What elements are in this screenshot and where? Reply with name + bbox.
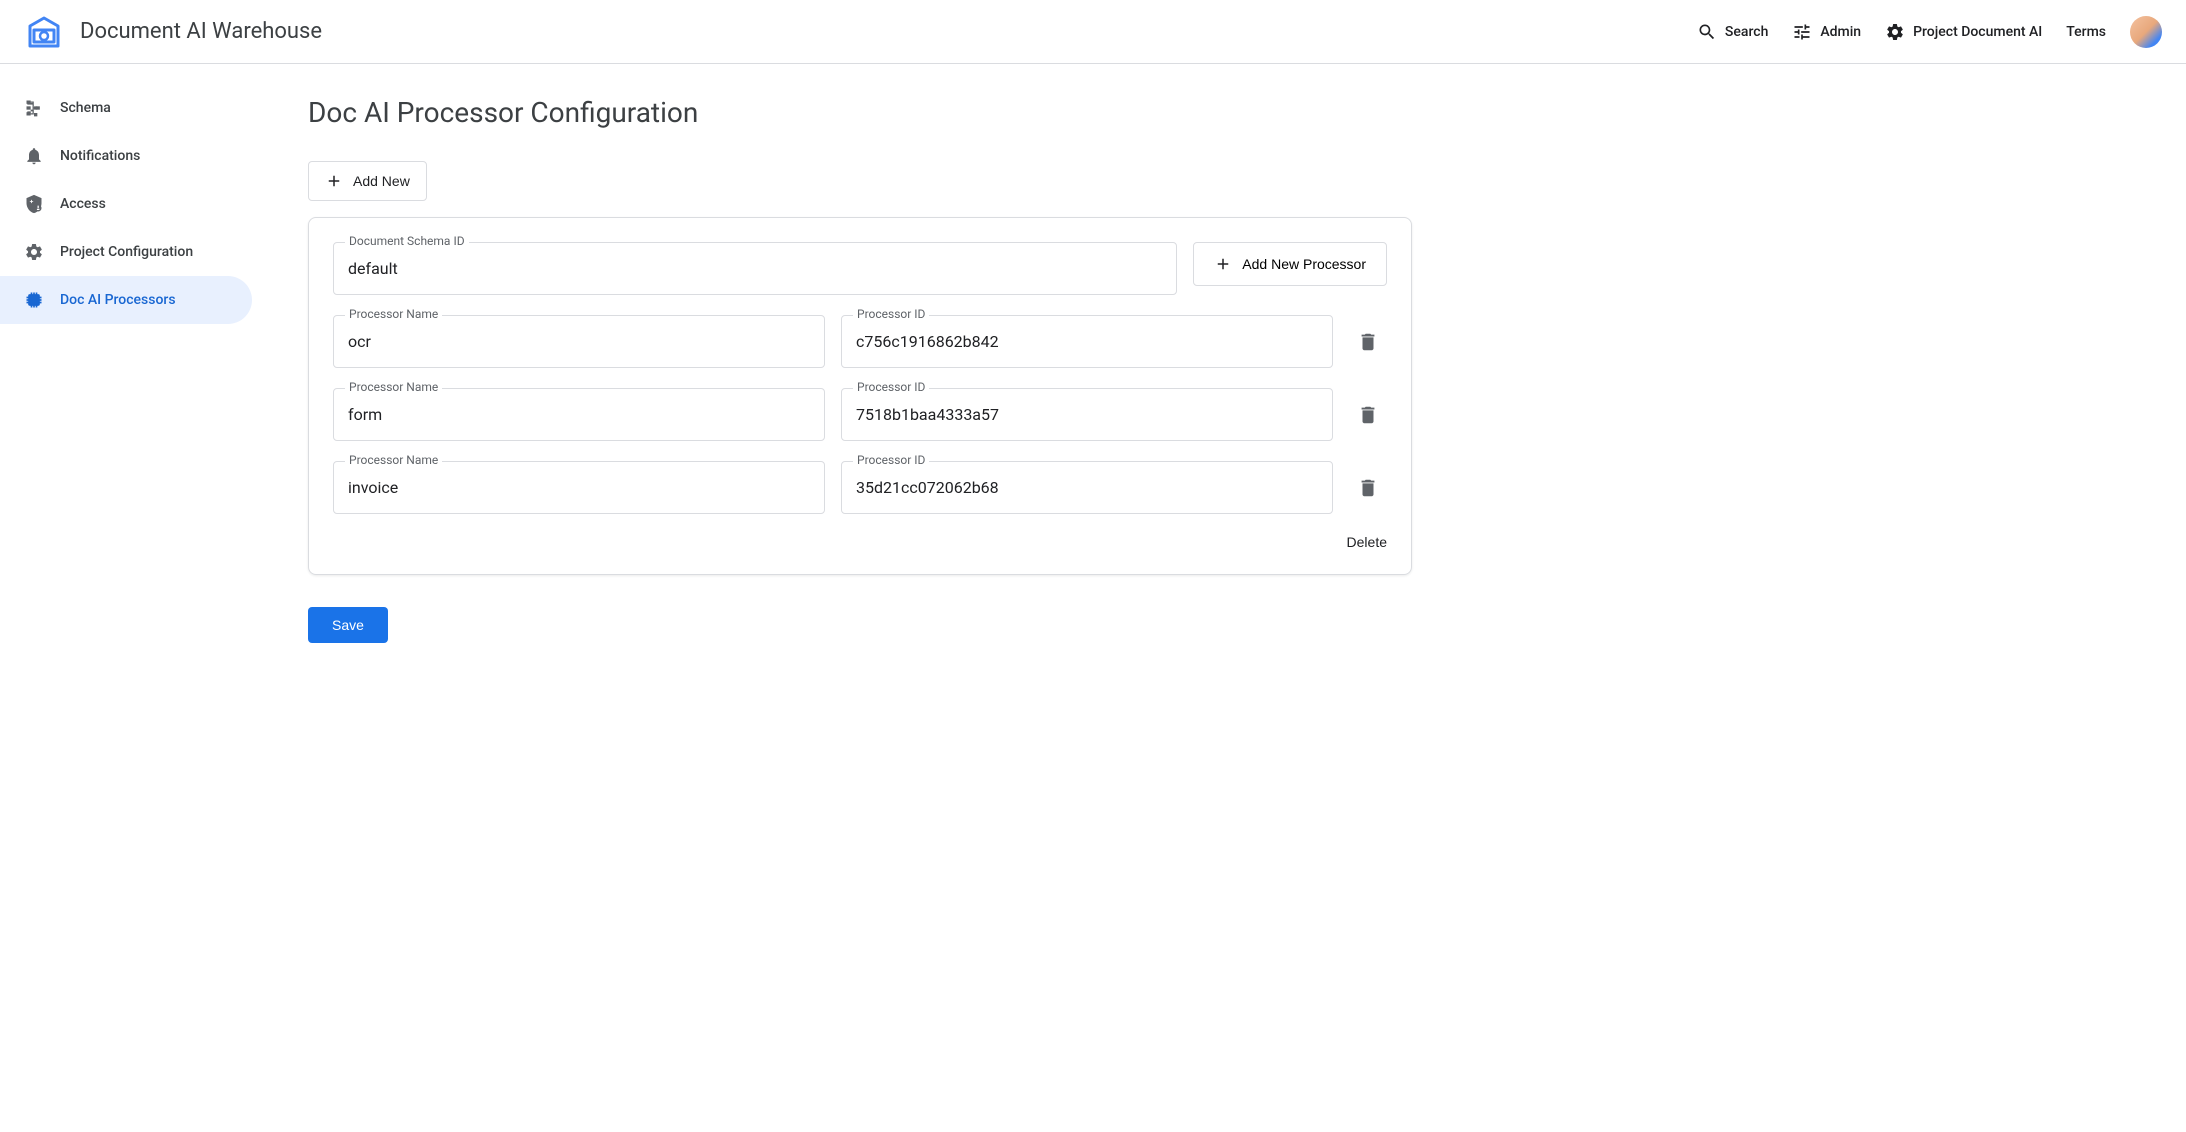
processor-name-input[interactable] (333, 388, 825, 441)
schema-field-label: Document Schema ID (345, 234, 469, 248)
processor-id-container: Processor ID (841, 388, 1333, 441)
processor-name-label: Processor Name (345, 380, 442, 394)
delete-button[interactable]: Delete (1347, 534, 1387, 550)
sidebar-item-schema[interactable]: Schema (0, 84, 252, 132)
header-left: Document AI Warehouse (24, 12, 322, 52)
sidebar-item-label: Doc AI Processors (60, 292, 176, 308)
delete-processor-button[interactable] (1349, 323, 1387, 361)
sidebar: Schema Notifications Access Project Conf… (0, 64, 260, 675)
processor-name-input[interactable] (333, 315, 825, 368)
trash-icon (1357, 331, 1379, 353)
schema-row: Document Schema ID Add New Processor (333, 242, 1387, 295)
add-new-processor-button[interactable]: Add New Processor (1193, 242, 1387, 286)
plus-icon (325, 172, 343, 190)
sidebar-item-access[interactable]: Access (0, 180, 252, 228)
admin-button[interactable]: Admin (1792, 22, 1861, 42)
processor-id-input[interactable] (841, 315, 1333, 368)
app-header: Document AI Warehouse Search Admin Proje… (0, 0, 2186, 64)
page-title: Doc AI Processor Configuration (308, 96, 1412, 129)
add-processor-label: Add New Processor (1242, 256, 1366, 272)
plus-icon (1214, 255, 1232, 273)
processor-name-container: Processor Name (333, 315, 825, 368)
sidebar-item-project-configuration[interactable]: Project Configuration (0, 228, 252, 276)
sidebar-item-label: Access (60, 196, 106, 212)
processor-name-container: Processor Name (333, 461, 825, 514)
project-label: Project Document AI (1913, 24, 2042, 40)
tune-icon (1792, 22, 1812, 42)
trash-icon (1357, 477, 1379, 499)
save-button[interactable]: Save (308, 607, 388, 643)
processor-name-container: Processor Name (333, 388, 825, 441)
schema-icon (24, 98, 44, 118)
avatar[interactable] (2130, 16, 2162, 48)
search-icon (1697, 22, 1717, 42)
container: Schema Notifications Access Project Conf… (0, 64, 2186, 675)
card-footer: Delete (333, 534, 1387, 550)
project-button[interactable]: Project Document AI (1885, 22, 2042, 42)
search-label: Search (1725, 24, 1768, 40)
processor-name-label: Processor Name (345, 307, 442, 321)
header-right: Search Admin Project Document AI Terms (1697, 16, 2162, 48)
terms-link[interactable]: Terms (2066, 24, 2106, 40)
processor-id-label: Processor ID (853, 380, 929, 394)
sidebar-item-label: Notifications (60, 148, 140, 164)
processor-row: Processor Name Processor ID (333, 315, 1387, 368)
sidebar-item-notifications[interactable]: Notifications (0, 132, 252, 180)
processor-id-container: Processor ID (841, 461, 1333, 514)
processor-name-label: Processor Name (345, 453, 442, 467)
bell-icon (24, 146, 44, 166)
add-new-button[interactable]: Add New (308, 161, 427, 201)
processor-row: Processor Name Processor ID (333, 388, 1387, 441)
delete-processor-button[interactable] (1349, 396, 1387, 434)
processor-name-input[interactable] (333, 461, 825, 514)
processor-id-label: Processor ID (853, 307, 929, 321)
processor-id-input[interactable] (841, 388, 1333, 441)
sidebar-item-label: Schema (60, 100, 111, 116)
search-button[interactable]: Search (1697, 22, 1768, 42)
schema-field-container: Document Schema ID (333, 242, 1177, 295)
shield-icon (24, 194, 44, 214)
sidebar-item-doc-ai-processors[interactable]: Doc AI Processors (0, 276, 252, 324)
add-new-label: Add New (353, 173, 410, 189)
gear-icon (1885, 22, 1905, 42)
processor-config-card: Document Schema ID Add New Processor Pro… (308, 217, 1412, 575)
processor-icon (24, 290, 44, 310)
delete-processor-button[interactable] (1349, 469, 1387, 507)
schema-id-input[interactable] (333, 242, 1177, 295)
app-title: Document AI Warehouse (80, 19, 322, 44)
processor-id-label: Processor ID (853, 453, 929, 467)
trash-icon (1357, 404, 1379, 426)
processor-id-input[interactable] (841, 461, 1333, 514)
sidebar-item-label: Project Configuration (60, 244, 193, 260)
warehouse-logo-icon (24, 12, 64, 52)
processor-row: Processor Name Processor ID (333, 461, 1387, 514)
admin-label: Admin (1820, 24, 1861, 40)
gear-icon (24, 242, 44, 262)
main-content: Doc AI Processor Configuration Add New D… (260, 64, 1460, 675)
processor-id-container: Processor ID (841, 315, 1333, 368)
